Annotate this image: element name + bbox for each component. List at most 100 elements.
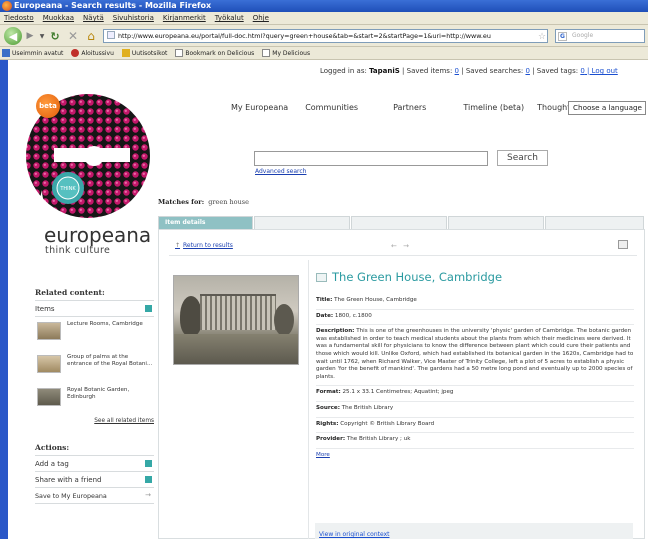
nav-timeline[interactable]: Timeline (beta): [463, 103, 524, 117]
nav-communities[interactable]: Communities: [305, 103, 358, 117]
search-input[interactable]: [254, 151, 488, 166]
related-thumbnail[interactable]: [37, 355, 61, 373]
stop-icon[interactable]: ✕: [66, 28, 80, 44]
matches-for: Matches for: green house: [158, 198, 249, 206]
address-url: http://www.europeana.eu/portal/full-doc.…: [118, 32, 491, 40]
related-thumbnail[interactable]: [37, 322, 61, 340]
expand-icon[interactable]: [145, 460, 152, 467]
see-all-related-link[interactable]: See all related items: [35, 418, 154, 427]
document-icon: [316, 272, 327, 282]
tab-strip: Item details: [158, 216, 645, 229]
action-save-my-europeana[interactable]: Save to My Europeana →: [35, 488, 154, 504]
related-item[interactable]: Group of palms at the entrance of the Ro…: [35, 354, 154, 383]
actions-panel: Actions: Add a tag Share with a friend S…: [35, 443, 154, 504]
bookmark-my-delicious[interactable]: My Delicious: [262, 47, 310, 59]
login-status-bar: Logged in as: TapaniS | Saved items: 0 |…: [320, 67, 618, 75]
nav-my-europeana[interactable]: My Europeana: [231, 103, 288, 117]
related-item-label[interactable]: Lecture Rooms, Cambridge: [67, 321, 153, 328]
menu-tools[interactable]: Työkalut: [215, 12, 244, 24]
tab-5[interactable]: [545, 216, 644, 229]
query-text: green house: [208, 198, 249, 206]
bookmark-headlines[interactable]: Uutisotsikot: [121, 47, 167, 59]
expand-icon[interactable]: [145, 476, 152, 483]
svg-text:THINK: THINK: [59, 186, 76, 192]
bookmark-delicious[interactable]: Bookmark on Delicious: [175, 47, 254, 59]
home-icon[interactable]: ⌂: [83, 28, 99, 44]
item-details-panel: ↑ Return to results ← → The Green House, …: [158, 229, 645, 539]
field-source: Source: The British Library: [316, 402, 634, 418]
bookmark-start-page[interactable]: Aloitussivu: [71, 47, 114, 59]
menu-file[interactable]: Tiedosto: [4, 12, 34, 24]
action-share-friend[interactable]: Share with a friend: [35, 472, 154, 488]
return-to-results-link[interactable]: ↑ Return to results: [175, 242, 233, 249]
item-nav-arrows[interactable]: ← →: [391, 242, 411, 250]
reload-icon[interactable]: ↻: [48, 28, 62, 44]
window-titlebar: Europeana - Search results - Mozilla Fir…: [0, 0, 648, 12]
menu-help[interactable]: Ohje: [253, 12, 269, 24]
bookmark-star-icon[interactable]: ☆: [537, 29, 547, 45]
logo-tagline: think culture: [45, 245, 111, 256]
arrow-right-icon[interactable]: →: [145, 491, 151, 499]
logo-e-graphic: THINK: [26, 94, 150, 222]
google-icon[interactable]: G: [558, 32, 567, 41]
view-original-context-link[interactable]: View in original context: [315, 523, 633, 539]
related-content: Related content: Items Lecture Rooms, Ca…: [35, 288, 154, 427]
field-rights: Rights: Copyright © British Library Boar…: [316, 418, 634, 434]
logo-wordmark: europeana: [44, 223, 152, 247]
related-item-label[interactable]: Royal Botanic Garden, Edinburgh: [67, 387, 153, 401]
field-description: Description: This is one of the greenhou…: [316, 325, 634, 387]
more-link[interactable]: More: [316, 452, 634, 460]
collapse-icon[interactable]: [145, 305, 152, 312]
field-provider: Provider: The British Library ; uk: [316, 433, 634, 449]
bookmark-most-visited[interactable]: Useimmin avatut: [2, 47, 63, 59]
history-dropdown-icon[interactable]: ▼: [38, 28, 46, 44]
navigation-toolbar: ◀ ▶ ▼ ↻ ✕ ⌂ http://www.europeana.eu/port…: [0, 25, 648, 47]
menu-history[interactable]: Sivuhistoria: [113, 12, 154, 24]
related-item[interactable]: Royal Botanic Garden, Edinburgh: [35, 387, 154, 416]
search-engine-placeholder: Google: [572, 32, 594, 39]
window-title: Europeana - Search results - Mozilla Fir…: [14, 1, 212, 10]
item-thumbnail[interactable]: [173, 275, 299, 365]
tab-item-details[interactable]: Item details: [158, 216, 253, 229]
window-left-border: [0, 60, 8, 539]
related-heading: Related content:: [35, 288, 154, 301]
thumbnail-ground: [174, 334, 298, 364]
logout-link[interactable]: | Log out: [585, 67, 618, 75]
back-button[interactable]: ◀: [4, 27, 22, 45]
menu-bookmarks[interactable]: Kirjanmerkit: [163, 12, 206, 24]
menu-view[interactable]: Näytä: [83, 12, 104, 24]
tab-2[interactable]: [254, 216, 350, 229]
top-navigation: My Europeana Communities Partners Timeli…: [231, 103, 585, 117]
advanced-search-link[interactable]: Advanced search: [255, 168, 306, 175]
search-button[interactable]: Search: [497, 150, 548, 166]
nav-partners[interactable]: Partners: [393, 103, 426, 117]
europeana-logo[interactable]: THINK beta europeana think culture: [14, 80, 154, 260]
firefox-icon: [2, 1, 12, 11]
field-format: Format: 25.1 x 33.1 Centimetres; Aquatin…: [316, 386, 634, 402]
tab-4[interactable]: [448, 216, 544, 229]
beta-badge: beta: [36, 94, 60, 118]
action-add-tag[interactable]: Add a tag: [35, 456, 154, 472]
forward-button[interactable]: ▶: [23, 28, 37, 44]
item-title: The Green House, Cambridge: [332, 270, 503, 284]
item-title-row: The Green House, Cambridge: [316, 270, 634, 284]
menu-edit[interactable]: Muokkaa: [43, 12, 74, 24]
tab-3[interactable]: [351, 216, 447, 229]
print-icon[interactable]: [618, 240, 628, 249]
related-items-toggle[interactable]: Items: [35, 301, 154, 317]
related-thumbnail[interactable]: [37, 388, 61, 406]
actions-heading: Actions:: [35, 443, 154, 456]
username: TapaniS: [369, 67, 400, 75]
language-select[interactable]: Choose a language: [568, 101, 646, 115]
related-item[interactable]: Lecture Rooms, Cambridge: [35, 321, 154, 350]
bookmarks-toolbar: Useimmin avatut Aloitussivu Uutisotsikot…: [0, 47, 648, 60]
address-bar[interactable]: http://www.europeana.eu/portal/full-doc.…: [103, 29, 548, 43]
rss-icon: [121, 49, 130, 57]
return-arrow-icon: ↑: [175, 242, 181, 249]
page-icon: [107, 31, 115, 39]
related-item-label[interactable]: Group of palms at the entrance of the Ro…: [67, 354, 153, 368]
page-icon: [262, 49, 271, 57]
panel-divider: [169, 255, 637, 256]
field-title: Title: The Green House, Cambridge: [316, 294, 634, 310]
search-engine-box[interactable]: G Google: [555, 29, 645, 43]
